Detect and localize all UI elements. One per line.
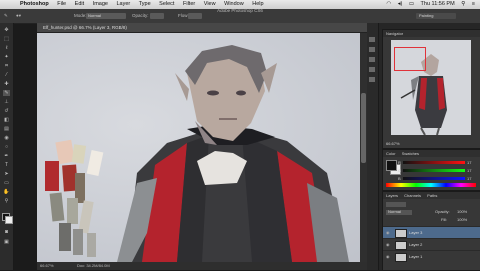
color-g-slider[interactable] — [403, 169, 465, 172]
doc-size[interactable]: Doc: 34.2M/84.0M — [77, 262, 110, 270]
brush-tool-icon[interactable]: ✎ — [4, 9, 8, 23]
path-select-tool-icon[interactable]: ➤ — [3, 171, 10, 177]
layers-panel: Layers Channels Paths Normal Opacity: 10… — [382, 191, 480, 271]
layer-name: Layer 3 — [409, 230, 423, 235]
flow-field[interactable] — [188, 13, 202, 19]
color-r-value[interactable]: 17 — [467, 160, 471, 165]
mode-value: Normal — [88, 13, 101, 18]
color-g-label: G — [398, 168, 402, 173]
document-tab[interactable]: Elf_hunter.psd @ 66.7% (Layer 3, RGB/8) — [37, 23, 367, 33]
tools-panel: ✥ ⬚ ℓ ✦ ⌗ ⁄ ✚ ✎ ⊥ ↺ ◧ ▤ ◉ ○ ✒ T ➤ ▭ ✋ ⚲ … — [0, 23, 14, 270]
eyedropper-tool-icon[interactable]: ⁄ — [3, 72, 10, 78]
swatches-tab[interactable]: Swatches — [402, 151, 419, 156]
window-title: Adobe Photoshop CS6 — [217, 8, 263, 13]
stamp-tool-icon[interactable]: ⊥ — [3, 99, 10, 105]
navigator-panel: Navigator 66.67% — [382, 29, 480, 149]
layer-thumbnail — [395, 229, 407, 238]
eye-icon[interactable]: ◉ — [386, 227, 390, 238]
color-b-slider[interactable] — [403, 177, 465, 180]
layer-row[interactable]: ◉ Layer 2 — [383, 238, 480, 250]
opacity-field[interactable] — [150, 13, 164, 19]
zoom-tool-icon[interactable]: ⚲ — [3, 198, 10, 204]
layer-filter[interactable] — [386, 202, 406, 207]
color-g-value[interactable]: 17 — [467, 168, 471, 173]
eye-icon[interactable]: ◉ — [386, 239, 390, 250]
panel-icon-strip — [367, 23, 379, 270]
blend-mode-select[interactable]: Normal — [386, 209, 412, 215]
screen-mode-icon[interactable]: ▣ — [3, 239, 10, 245]
actions-panel-icon[interactable] — [369, 47, 375, 52]
character-panel-icon[interactable] — [369, 77, 375, 82]
brush-preset-picker[interactable]: ●▾ — [16, 9, 21, 23]
layer-fill-label: Fill: — [441, 217, 448, 222]
channels-tab[interactable]: Channels — [404, 193, 421, 198]
layer-thumbnail — [395, 253, 407, 262]
zoom-level[interactable]: 66.67% — [40, 262, 54, 270]
shape-tool-icon[interactable]: ▭ — [3, 180, 10, 186]
healing-tool-icon[interactable]: ✚ — [3, 81, 10, 87]
tool-options-bar: Adobe Photoshop CS6 ✎ ●▾ Mode: Normal Op… — [0, 8, 480, 24]
scrollbar-thumb[interactable] — [361, 93, 366, 163]
pen-tool-icon[interactable]: ✒ — [3, 153, 10, 159]
mode-label: Mode: — [74, 13, 87, 18]
navigator-tab-label: Navigator — [386, 31, 404, 36]
quick-select-tool-icon[interactable]: ✦ — [3, 54, 10, 60]
type-tool-icon[interactable]: T — [3, 162, 10, 168]
layer-fill-value[interactable]: 100% — [457, 217, 467, 222]
color-tabs: Color Swatches — [383, 150, 480, 157]
mode-select[interactable]: Normal — [86, 13, 126, 19]
figure-coat — [117, 125, 349, 262]
color-r-slider[interactable] — [403, 161, 465, 164]
blur-tool-icon[interactable]: ◉ — [3, 135, 10, 141]
color-b-label: B — [398, 176, 401, 181]
color-r-label: R — [398, 160, 401, 165]
layer-opacity-label: Opacity: — [435, 209, 450, 214]
layer-opacity-value[interactable]: 100% — [457, 209, 467, 214]
color-b-value[interactable]: 17 — [467, 176, 471, 181]
navigator-tab[interactable]: Navigator — [383, 30, 480, 37]
palette-strokes — [45, 139, 104, 257]
hand-tool-icon[interactable]: ✋ — [3, 189, 10, 195]
layer-name: Layer 2 — [409, 242, 423, 247]
workspace-value: Painting — [419, 13, 434, 18]
lasso-tool-icon[interactable]: ℓ — [3, 45, 10, 51]
painting-canvas[interactable] — [37, 33, 367, 262]
color-tab[interactable]: Color — [386, 151, 396, 156]
foreground-color-chip[interactable] — [386, 160, 397, 171]
move-tool-icon[interactable]: ✥ — [3, 27, 10, 33]
workspace-select[interactable]: Painting — [416, 13, 456, 19]
document-title: Elf_hunter.psd @ 66.7% (Layer 3, RGB/8) — [43, 25, 127, 30]
crop-tool-icon[interactable]: ⌗ — [3, 63, 10, 69]
navigator-zoom[interactable]: 66.67% — [386, 141, 400, 146]
paths-tab[interactable]: Paths — [427, 193, 437, 198]
navigator-thumbnail[interactable] — [391, 40, 471, 135]
opacity-label: Opacity: — [132, 13, 149, 18]
layer-row[interactable]: ◉ Layer 1 — [383, 250, 480, 262]
eraser-tool-icon[interactable]: ◧ — [3, 117, 10, 123]
history-panel-icon[interactable] — [369, 37, 375, 42]
layer-name: Layer 1 — [409, 254, 423, 259]
layers-tab[interactable]: Layers — [386, 193, 398, 198]
layer-row[interactable]: ◉ Layer 3 — [383, 226, 480, 238]
status-bar: 66.67% Doc: 34.2M/84.0M — [37, 262, 367, 270]
brush-tool-icon[interactable]: ✎ — [3, 90, 10, 96]
eye-icon[interactable]: ◉ — [386, 251, 390, 262]
dodge-tool-icon[interactable]: ○ — [3, 144, 10, 150]
brush-presets-panel-icon[interactable] — [369, 67, 375, 72]
color-spectrum-ramp[interactable] — [386, 183, 476, 187]
layer-thumbnail — [395, 241, 407, 250]
marquee-tool-icon[interactable]: ⬚ — [3, 36, 10, 42]
brush-panel-icon[interactable] — [369, 57, 375, 62]
elf-painting — [45, 45, 349, 262]
blend-mode-value: Normal — [388, 209, 401, 214]
layers-tabs: Layers Channels Paths — [383, 192, 480, 199]
background-color-swatch[interactable] — [5, 216, 13, 224]
color-panel: Color Swatches R 17 G 17 B 17 — [382, 149, 480, 191]
vertical-scrollbar[interactable] — [360, 33, 367, 262]
quick-mask-icon[interactable]: ◙ — [3, 229, 10, 235]
history-brush-tool-icon[interactable]: ↺ — [3, 108, 10, 114]
gradient-tool-icon[interactable]: ▤ — [3, 126, 10, 132]
navigator-view-box[interactable] — [394, 47, 426, 71]
